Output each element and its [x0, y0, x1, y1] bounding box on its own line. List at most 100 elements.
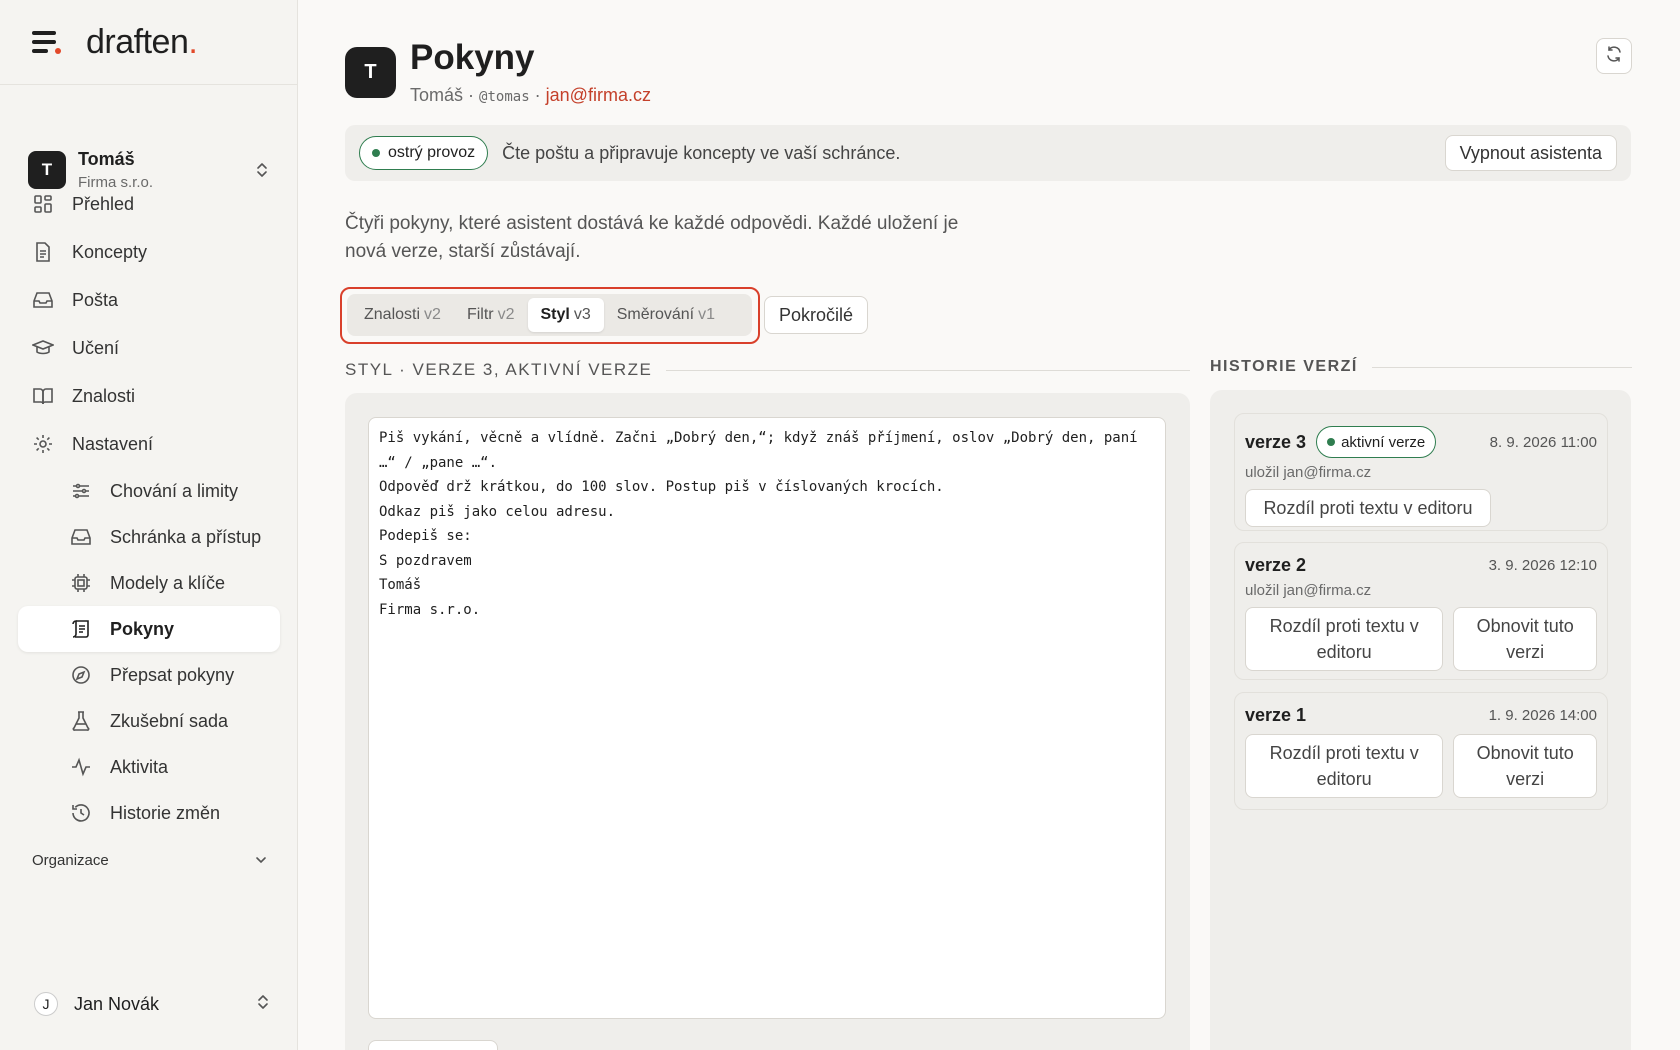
gear-icon — [32, 433, 54, 455]
version-date: 8. 9. 2026 11:00 — [1489, 433, 1597, 451]
sidebar-item-label: Historie změn — [110, 802, 221, 823]
sidebar-item-koncepty[interactable]: Koncepty — [18, 228, 280, 276]
user-menu[interactable]: J Jan Novák — [34, 992, 270, 1016]
editor-section-title: STYL · VERZE 3, AKTIVNÍ VERZE — [345, 360, 1190, 380]
restore-version-button[interactable]: Obnovit tuto verzi — [1453, 607, 1597, 671]
subtitle-handle: @tomas — [479, 89, 530, 105]
diff-button[interactable]: Rozdíl proti textu v editoru — [1245, 734, 1444, 798]
history-section-title: HISTORIE VERZÍ — [1210, 358, 1632, 376]
status-dot — [372, 149, 380, 157]
sidebar-item-historie-zmen[interactable]: Historie změn — [18, 790, 280, 836]
sidebar-item-aktivita[interactable]: Aktivita — [18, 744, 280, 790]
book-icon — [32, 385, 54, 407]
chevron-updown-icon — [256, 993, 270, 1016]
main-content: T Pokyny Tomáš · @tomas · jan@firma.cz o… — [298, 0, 1680, 1050]
sidebar-item-uceni[interactable]: Učení — [18, 324, 280, 372]
tab-filtr[interactable]: Filtr v2 — [454, 298, 528, 332]
sidebar-item-label: Zkušební sada — [110, 710, 229, 731]
diff-button[interactable]: Rozdíl proti textu v editoru — [1245, 607, 1444, 671]
disable-assistant-button[interactable]: Vypnout asistenta — [1444, 135, 1617, 171]
subtitle-separator: · — [468, 85, 475, 105]
activity-icon — [70, 756, 92, 778]
scroll-icon — [70, 618, 92, 640]
tab-smerovani[interactable]: Směrování v1 — [604, 298, 728, 332]
organization-label: Organizace — [32, 852, 109, 869]
sidebar-item-modely-a-klice[interactable]: Modely a klíče — [18, 560, 280, 606]
sidebar-item-pokyny[interactable]: Pokyny — [18, 606, 280, 652]
grid-icon — [32, 193, 54, 215]
history-title-text: HISTORIE VERZÍ — [1210, 358, 1358, 375]
chevron-down-icon — [254, 852, 268, 869]
diff-button[interactable]: Rozdíl proti textu v editoru — [1245, 489, 1491, 527]
subtitle-separator: · — [534, 85, 541, 105]
tab-label: Filtr — [466, 306, 494, 323]
document-icon — [32, 241, 54, 263]
sidebar-item-prepsat-pokyny[interactable]: Přepsat pokyny — [18, 652, 280, 698]
menu-icon[interactable] — [32, 31, 61, 54]
version-date: 3. 9. 2026 12:10 — [1488, 557, 1597, 574]
brand-bar: draften. — [0, 0, 297, 85]
section-title-text: STYL · VERZE 3, AKTIVNÍ VERZE — [345, 360, 653, 379]
organization-section-toggle[interactable]: Organizace — [32, 852, 268, 869]
logo: draften. — [86, 22, 198, 61]
page-avatar: T — [345, 47, 396, 98]
sidebar-item-label: Schránka a přístup — [110, 526, 262, 547]
active-version-badge: aktivní verze — [1316, 426, 1437, 458]
flask-icon — [70, 710, 92, 732]
sidebar-item-label: Pokyny — [110, 618, 175, 639]
account-name: Tomáš — [78, 149, 135, 169]
restore-version-button[interactable]: Obnovit tuto verzi — [1453, 734, 1597, 798]
version-date: 1. 9. 2026 14:00 — [1488, 707, 1597, 724]
refresh-icon — [1605, 45, 1623, 68]
chevron-updown-icon — [255, 161, 269, 179]
version-name: verze 1 — [1245, 705, 1307, 725]
version-card-3: verze 3 aktivní verze 8. 9. 2026 11:00 u… — [1234, 413, 1608, 531]
tab-label: Směrování — [616, 306, 695, 323]
sidebar-item-label: Znalosti — [72, 385, 136, 406]
sidebar-item-prehled[interactable]: Přehled — [18, 180, 280, 228]
version-name: verze 2 — [1245, 555, 1307, 575]
status-badge-label: ostrý provoz — [388, 144, 476, 161]
sidebar-item-label: Aktivita — [110, 756, 169, 777]
user-name: Jan Novák — [74, 993, 160, 1014]
version-card-2: verze 2 3. 9. 2026 12:10 uložil jan@firm… — [1234, 542, 1608, 680]
sidebar-item-posta[interactable]: Pošta — [18, 276, 280, 324]
subtitle-name: Tomáš — [410, 85, 464, 105]
sidebar-item-znalosti[interactable]: Znalosti — [18, 372, 280, 420]
sidebar-nav: Přehled Koncepty Pošta Učení Znalosti Na… — [18, 180, 280, 836]
compass-icon — [70, 664, 92, 686]
sidebar-item-nastaveni[interactable]: Nastavení — [18, 420, 280, 468]
refresh-button[interactable] — [1596, 38, 1632, 74]
tab-version: v2 — [497, 306, 515, 323]
instructions-editor[interactable]: Piš vykání, věcně a vlídně. Začni „Dobrý… — [368, 417, 1166, 1019]
advanced-button[interactable]: Pokročilé — [764, 296, 869, 334]
tab-styl[interactable]: Styl v3 — [527, 298, 604, 332]
intro-text: Čtyři pokyny, které asistent dostává ke … — [345, 213, 959, 262]
sidebar-item-zkusebni-sada[interactable]: Zkušební sada — [18, 698, 280, 744]
sidebar-item-label: Koncepty — [72, 241, 148, 262]
subtitle-email[interactable]: jan@firma.cz — [546, 85, 651, 105]
version-author: uložil jan@firma.cz — [1245, 464, 1372, 481]
sidebar-item-schranka-a-pristup[interactable]: Schránka a přístup — [18, 514, 280, 560]
tab-version: v3 — [573, 306, 591, 323]
inbox-icon — [32, 289, 54, 311]
page-title: Pokyny — [410, 38, 535, 77]
tab-version: v2 — [424, 306, 441, 323]
badge-label: aktivní verze — [1341, 433, 1426, 451]
sidebar-item-label: Nastavení — [72, 433, 154, 454]
status-text: Čte poštu a připravuje koncepty ve vaší … — [502, 142, 901, 163]
sidebar-item-label: Chování a limity — [110, 480, 239, 501]
sidebar-item-label: Přehled — [72, 193, 135, 214]
sliders-icon — [70, 480, 92, 502]
sidebar-item-label: Přepsat pokyny — [110, 664, 235, 685]
sidebar-item-chovani-a-limity[interactable]: Chování a limity — [18, 468, 280, 514]
version-author: uložil jan@firma.cz — [1245, 582, 1372, 599]
assistant-status-bar: ostrý provoz Čte poštu a připravuje konc… — [345, 125, 1631, 181]
sidebar-item-label: Pošta — [72, 289, 119, 310]
graduation-cap-icon — [30, 337, 56, 359]
tab-znalosti[interactable]: Znalosti v2 — [351, 298, 454, 332]
status-badge: ostrý provoz — [359, 136, 489, 170]
tab-label: Znalosti — [364, 306, 421, 323]
history-icon — [70, 802, 92, 824]
editor-action-button[interactable] — [368, 1040, 498, 1050]
